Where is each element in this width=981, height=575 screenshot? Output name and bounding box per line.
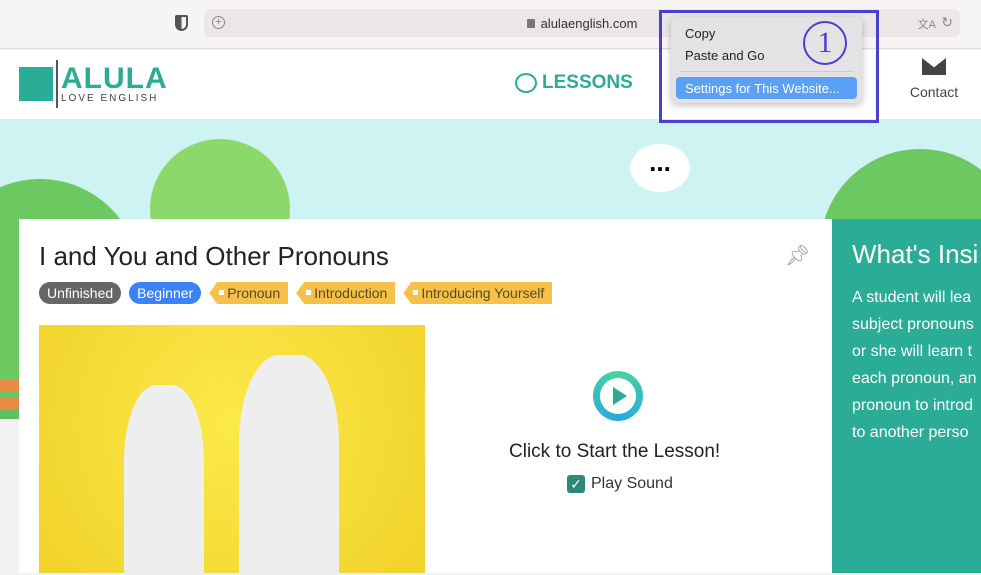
lesson-card: I and You and Other Pronouns 📌︎ Unfinish… bbox=[19, 219, 832, 575]
chat-bubble-icon bbox=[515, 73, 537, 93]
whats-inside-heading: What's Insi bbox=[852, 239, 979, 269]
envelope-icon bbox=[922, 58, 946, 75]
url-text: alulaenglish.com bbox=[540, 16, 638, 31]
logo-mark-icon bbox=[19, 67, 53, 101]
logo-title: ALULA bbox=[61, 61, 168, 95]
lesson-image bbox=[39, 325, 425, 575]
privacy-shield-icon[interactable] bbox=[175, 15, 188, 31]
play-sound-checkbox[interactable]: ✓ Play Sound bbox=[567, 475, 673, 493]
tag[interactable]: Introducing Yourself bbox=[403, 282, 553, 304]
reload-icon[interactable]: ↻ bbox=[941, 14, 953, 31]
play-icon bbox=[613, 387, 627, 405]
nav-lessons[interactable]: LESSONS bbox=[515, 72, 633, 94]
translate-icon[interactable]: 文A bbox=[918, 16, 936, 32]
lock-icon bbox=[526, 19, 535, 28]
whats-inside-panel: What's Insi A student will lea subject p… bbox=[832, 219, 981, 573]
status-badge: Unfinished bbox=[39, 282, 122, 304]
level-badge: Beginner bbox=[129, 282, 202, 304]
nav-contact[interactable]: Contact bbox=[905, 58, 963, 100]
lesson-tags: Unfinished Beginner Pronoun Introduction… bbox=[39, 282, 553, 304]
speech-bubble: ... bbox=[630, 144, 690, 192]
annotation-step-number: 1 bbox=[803, 21, 847, 65]
site-logo[interactable]: ALULA LOVE ENGLISH bbox=[19, 60, 168, 108]
start-lesson-label[interactable]: Click to Start the Lesson! bbox=[509, 441, 720, 463]
pin-icon[interactable]: 📌︎ bbox=[785, 243, 810, 268]
play-button[interactable] bbox=[593, 371, 643, 421]
lesson-title: I and You and Other Pronouns bbox=[39, 241, 389, 271]
annotation-highlight-box bbox=[659, 10, 879, 123]
tag[interactable]: Introduction bbox=[296, 282, 396, 304]
logo-subtitle: LOVE ENGLISH bbox=[61, 92, 159, 104]
tag[interactable]: Pronoun bbox=[209, 282, 289, 304]
checkmark-icon[interactable]: ✓ bbox=[567, 475, 585, 493]
